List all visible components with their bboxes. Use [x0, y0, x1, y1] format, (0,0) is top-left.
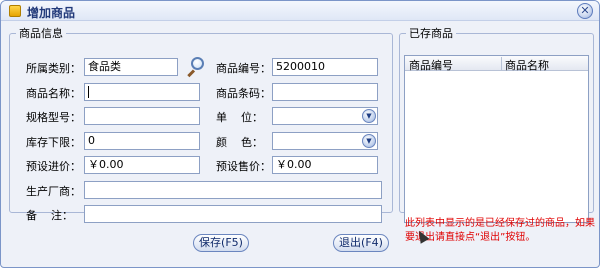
goods-info-group: 商品信息 所属类别： 食品类 商品编号： 5200010 商品名称： 商品条码：…: [9, 25, 393, 223]
exit-button[interactable]: 退出(F4): [333, 234, 389, 252]
close-button[interactable]: ✕: [577, 3, 593, 19]
min-stock-label: 库存下限：: [26, 136, 81, 149]
category-field[interactable]: 食品类: [84, 58, 178, 76]
title-bar[interactable]: 增加商品 ✕: [1, 1, 599, 21]
saved-goods-legend: 已存商品: [409, 27, 453, 40]
column-header-name[interactable]: 商品名称: [505, 57, 549, 73]
manufacturer-field[interactable]: [84, 181, 382, 199]
barcode-label: 商品条码：: [216, 87, 271, 100]
column-header-code[interactable]: 商品编号: [409, 57, 453, 73]
text-caret: [88, 86, 89, 98]
min-stock-field[interactable]: 0: [84, 132, 200, 150]
goods-info-legend: 商品信息: [19, 27, 63, 40]
name-label: 商品名称：: [26, 87, 81, 100]
code-field[interactable]: 5200010: [272, 58, 378, 76]
sale-price-field[interactable]: ￥0.00: [272, 156, 378, 174]
add-goods-window: 增加商品 ✕ 商品信息 所属类别： 食品类 商品编号： 5200010 商品名称…: [0, 0, 600, 268]
unit-label: 单 位：: [216, 111, 263, 124]
save-button[interactable]: 保存(F5): [193, 234, 249, 252]
color-select[interactable]: ▼: [272, 132, 378, 150]
window-title: 增加商品: [27, 6, 76, 20]
spec-label: 规格型号：: [26, 111, 81, 124]
manufacturer-label: 生产厂商：: [26, 185, 81, 198]
barcode-field[interactable]: [272, 83, 378, 101]
chevron-down-icon[interactable]: ▼: [362, 134, 376, 148]
purchase-price-field[interactable]: ￥0.00: [84, 156, 200, 174]
sale-price-label: 预设售价：: [216, 160, 271, 173]
column-divider[interactable]: [501, 57, 502, 70]
color-label: 颜 色：: [216, 136, 263, 149]
saved-goods-list[interactable]: 商品编号 商品名称: [404, 55, 589, 223]
remark-field[interactable]: [84, 205, 382, 223]
name-field[interactable]: [84, 83, 200, 101]
remark-label: 备 注：: [26, 209, 73, 222]
chevron-down-icon[interactable]: ▼: [362, 109, 376, 123]
purchase-price-label: 预设进价：: [26, 160, 81, 173]
search-icon[interactable]: [186, 57, 204, 78]
spec-field[interactable]: [84, 107, 200, 125]
saved-goods-group: 已存商品 商品编号 商品名称: [399, 25, 594, 223]
code-label: 商品编号：: [216, 62, 271, 75]
list-header: 商品编号 商品名称: [405, 56, 588, 73]
window-icon: [9, 5, 21, 17]
category-label: 所属类别：: [26, 62, 81, 75]
saved-list-hint: 此列表中显示的是已经保存过的商品，如果要退出请直接点“退出”按钮。: [405, 218, 595, 243]
unit-select[interactable]: ▼: [272, 107, 378, 125]
